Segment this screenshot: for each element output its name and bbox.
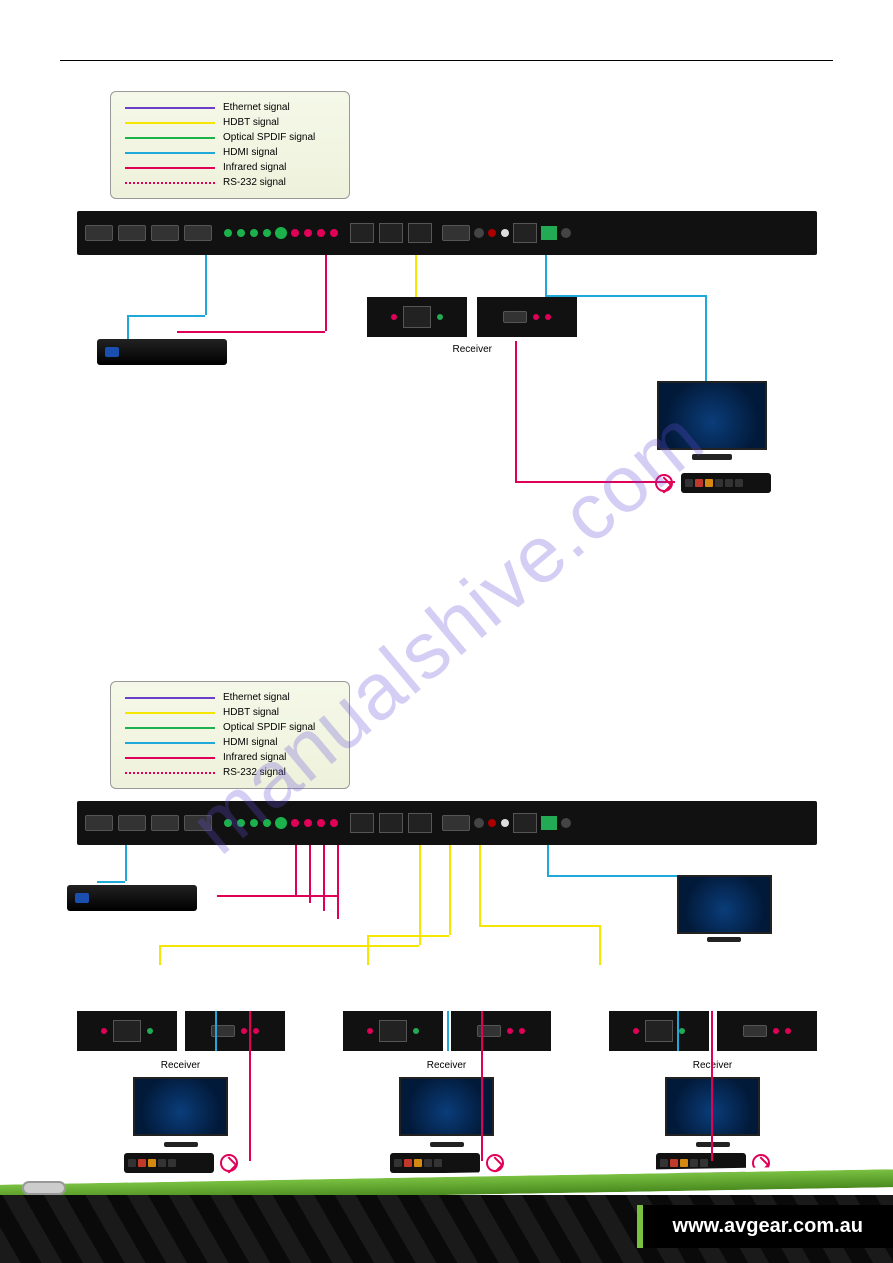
signal-legend: Ethernet signal HDBT signal Optical SPDI…	[110, 91, 350, 199]
legend-ir: Infrared signal	[223, 160, 286, 175]
plug-icon	[22, 1181, 66, 1195]
connection-diagram-1: Receiver	[77, 211, 817, 531]
header-rule	[60, 60, 833, 61]
receiver-label: Receiver	[453, 344, 492, 355]
remote-1	[124, 1153, 214, 1173]
matrix-switcher	[77, 211, 817, 255]
receiver-label-1: Receiver	[161, 1060, 200, 1071]
bluray-player	[97, 339, 227, 365]
legend-ethernet-2: Ethernet signal	[223, 690, 290, 705]
receiver-column-3: Receiver	[609, 1011, 817, 1173]
legend-spdif: Optical SPDIF signal	[223, 130, 315, 145]
matrix-switcher-2	[77, 801, 817, 845]
ir-emitter-icon-2	[486, 1154, 504, 1172]
signal-legend-2: Ethernet signal HDBT signal Optical SPDI…	[110, 681, 350, 789]
receiver-column-1: Receiver	[77, 1011, 285, 1173]
ir-emitter-icon	[655, 474, 673, 492]
legend-rs232: RS-232 signal	[223, 175, 286, 190]
legend-hdbt: HDBT signal	[223, 115, 279, 130]
remote-2	[390, 1153, 480, 1173]
legend-hdmi-2: HDMI signal	[223, 735, 277, 750]
legend-hdmi: HDMI signal	[223, 145, 277, 160]
legend-rs232-2: RS-232 signal	[223, 765, 286, 780]
remote-control	[681, 473, 771, 493]
bluray-player-2	[67, 885, 197, 911]
legend-spdif-2: Optical SPDIF signal	[223, 720, 315, 735]
display-tv	[657, 381, 767, 464]
receiver-label-2: Receiver	[427, 1060, 466, 1071]
page-footer: www.avgear.com.au	[0, 1173, 893, 1263]
footer-url: www.avgear.com.au	[637, 1205, 893, 1248]
legend-ir-2: Infrared signal	[223, 750, 286, 765]
display-tv-1	[133, 1077, 228, 1136]
legend-ethernet: Ethernet signal	[223, 100, 290, 115]
display-tv-3	[665, 1077, 760, 1136]
display-tv-local	[677, 875, 772, 945]
legend-hdbt-2: HDBT signal	[223, 705, 279, 720]
receiver-label-3: Receiver	[693, 1060, 732, 1071]
receiver-box-tp	[367, 297, 467, 337]
connection-diagram-2: Receiver Receiver	[77, 801, 817, 1201]
receiver-box-hdmi	[477, 297, 577, 337]
ir-emitter-icon-1	[220, 1154, 238, 1172]
